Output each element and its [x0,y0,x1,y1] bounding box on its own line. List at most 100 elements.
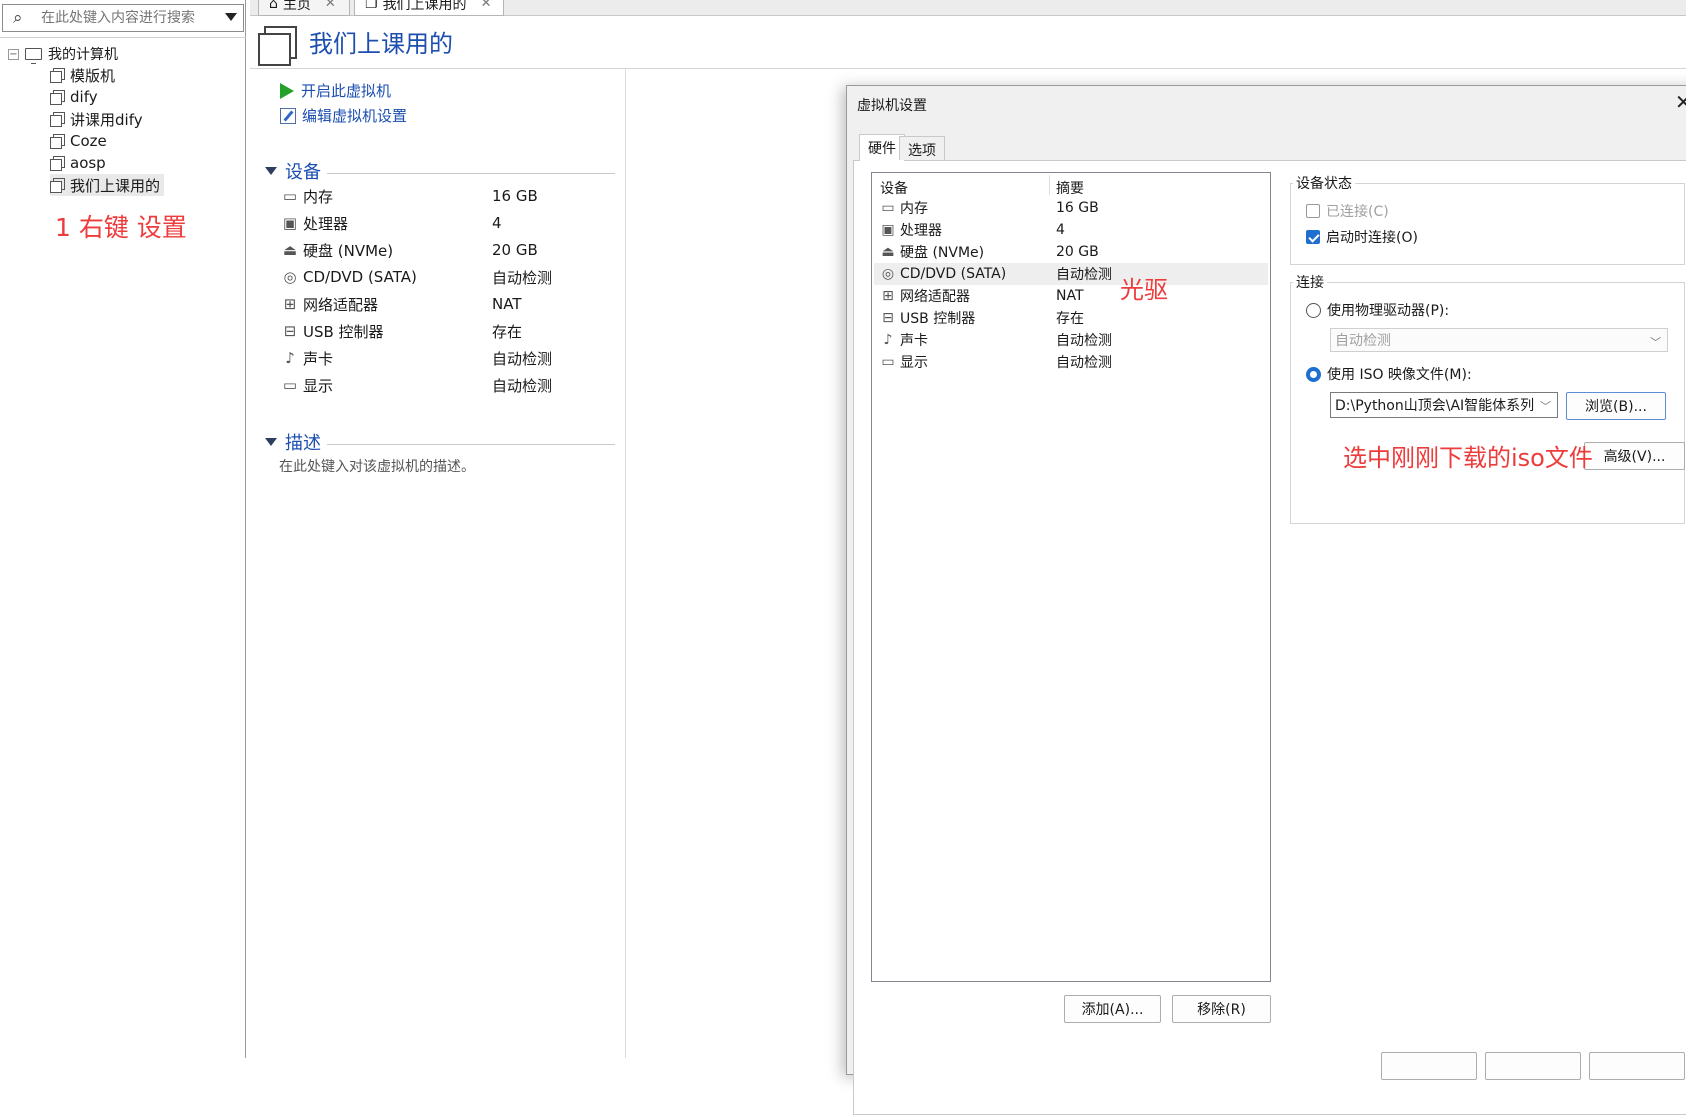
device-summary: 自动检测 [1056,355,1112,371]
column-header-summary[interactable]: 摘要 [1056,178,1084,198]
device-name: 处理器 [900,223,942,239]
dialog-title: 虚拟机设置 [857,98,927,114]
vm-icon [50,68,65,83]
tree-item-vm-selected[interactable]: 我们上课用的 [50,174,165,196]
physical-drive-radio[interactable]: 使用物理驱动器(P): [1306,300,1449,320]
device-list-row[interactable]: ⊟ USB 控制器 存在 [874,307,1268,329]
tree-item-vm[interactable]: dify [50,86,102,108]
connected-checkbox[interactable]: 已连接(C) [1306,201,1389,221]
network-icon: ⊞ [882,288,894,304]
device-row[interactable]: ⊟ USB 控制器 存在 [280,320,620,342]
usb-icon: ⊟ [283,322,297,340]
column-header-device[interactable]: 设备 [880,178,908,198]
divider [327,443,615,445]
device-list-row[interactable]: ▭ 显示 自动检测 [874,351,1268,373]
section-title: 设备 [285,162,321,183]
tab-label: 主页 [282,0,311,13]
cd-icon: ◎ [881,266,895,282]
device-value: 自动检测 [492,349,553,368]
close-icon[interactable]: ✕ [481,0,492,11]
device-row[interactable]: ▭ 显示 自动检测 [280,374,620,396]
tab-home[interactable]: ⌂ 主页 ✕ [258,0,350,16]
checkbox-label: 已连接(C) [1326,204,1389,220]
ok-button[interactable] [1381,1052,1477,1080]
device-status-group [1290,183,1685,265]
device-list[interactable]: 设备 摘要 ▭ 内存 16 GB ▣ 处理器 4 ⏏ 硬盘 (NVMe) 20 … [871,172,1271,982]
play-icon [280,82,294,99]
display-icon: ▭ [881,354,895,370]
tree-item-vm[interactable]: Coze [50,130,111,152]
collapse-icon[interactable]: − [8,48,19,60]
tab-options[interactable]: 选项 [899,136,945,160]
radio-icon [1306,302,1321,318]
device-value: NAT [492,295,522,313]
vm-title: 我们上课用的 [309,30,453,58]
description-section-header[interactable]: 描述 [265,429,615,455]
collapse-triangle-icon[interactable] [265,167,277,175]
power-on-link[interactable]: 开启此虚拟机 [280,80,391,101]
library-search-box[interactable]: ⌕ [2,4,244,32]
device-row[interactable]: ▭ 内存 16 GB [280,185,620,207]
physical-drive-select[interactable]: 自动检测 ﹀ [1330,328,1668,352]
cancel-button[interactable] [1485,1052,1581,1080]
tree-item-vm[interactable]: aosp [50,152,110,174]
device-list-row-selected[interactable]: ◎ CD/DVD (SATA) 自动检测 [874,263,1268,285]
device-name: 内存 [303,187,334,206]
library-search-input[interactable] [41,8,221,28]
iso-path-select[interactable]: D:\Python山顶会\AI智能体系列 ﹀ [1330,392,1558,418]
close-icon[interactable]: ✕ [325,0,336,11]
device-list-row[interactable]: ⏏ 硬盘 (NVMe) 20 GB [874,241,1268,263]
help-button[interactable] [1589,1052,1685,1080]
device-summary: 自动检测 [1056,267,1112,283]
device-summary: NAT [1056,288,1084,304]
tab-vm[interactable]: ❐ 我们上课用的 ✕ [354,0,504,16]
annotation-right-click: 1 右键 设置 [55,213,187,242]
tree-item-label: aosp [70,154,106,172]
connect-at-power-on-checkbox[interactable]: 启动时连接(O) [1306,227,1418,247]
vm-icon [258,26,297,66]
device-list-row[interactable]: ▭ 内存 16 GB [874,197,1268,219]
device-summary: 4 [1056,222,1065,238]
chevron-down-icon[interactable] [225,13,237,21]
memory-icon: ▭ [282,187,298,205]
tree-root-my-computer[interactable]: − 我的计算机 [8,44,118,64]
divider [1049,175,1050,195]
device-list-row[interactable]: ♪ 声卡 自动检测 [874,329,1268,351]
annotation-select-iso: 选中刚刚下载的iso文件 [1343,444,1593,472]
device-value: 16 GB [492,187,538,205]
device-value: 自动检测 [492,376,553,395]
device-row[interactable]: ♪ 声卡 自动检测 [280,347,620,369]
radio-label: 使用物理驱动器(P): [1327,303,1450,319]
close-icon[interactable]: ✕ [1675,90,1686,114]
device-summary: 存在 [1056,311,1084,327]
device-row[interactable]: ⏏ 硬盘 (NVMe) 20 GB [280,239,620,261]
browse-button[interactable]: 浏览(B)... [1566,392,1666,420]
iso-image-radio[interactable]: 使用 ISO 映像文件(M): [1306,364,1472,384]
device-summary: 16 GB [1056,200,1099,216]
checkbox-icon [1306,204,1320,218]
device-list-row[interactable]: ▣ 处理器 4 [874,219,1268,241]
remove-device-button[interactable]: 移除(R) [1172,995,1271,1023]
tree-item-vm[interactable]: 模版机 [50,64,119,86]
advanced-button[interactable]: 高级(V)... [1584,442,1685,470]
device-row[interactable]: ▣ 处理器 4 [280,212,620,234]
add-device-button[interactable]: 添加(A)... [1064,995,1161,1023]
device-name: 处理器 [303,214,349,233]
edit-settings-link[interactable]: 编辑虚拟机设置 [280,105,407,126]
divider [327,172,615,174]
vm-icon [50,112,65,127]
tree-root-label: 我的计算机 [48,47,118,63]
device-list-row[interactable]: ⊞ 网络适配器 NAT [874,285,1268,307]
tree-item-label: 讲课用dify [70,110,143,129]
collapse-triangle-icon[interactable] [265,438,277,446]
group-title: 连接 [1293,272,1327,292]
disk-icon: ⏏ [881,244,895,260]
power-on-label: 开启此虚拟机 [301,82,392,100]
tree-item-vm[interactable]: 讲课用dify [50,108,147,130]
vm-settings-dialog: 虚拟机设置 ✕ 硬件 选项 设备 摘要 ▭ 内存 16 GB ▣ 处理器 4 ⏏… [846,85,1686,1115]
device-row[interactable]: ⊞ 网络适配器 NAT [280,293,620,315]
devices-section-header[interactable]: 设备 [265,158,615,184]
device-row[interactable]: ◎ CD/DVD (SATA) 自动检测 [280,266,620,288]
device-name: 显示 [303,376,334,395]
description-placeholder[interactable]: 在此处键入对该虚拟机的描述。 [279,456,475,476]
